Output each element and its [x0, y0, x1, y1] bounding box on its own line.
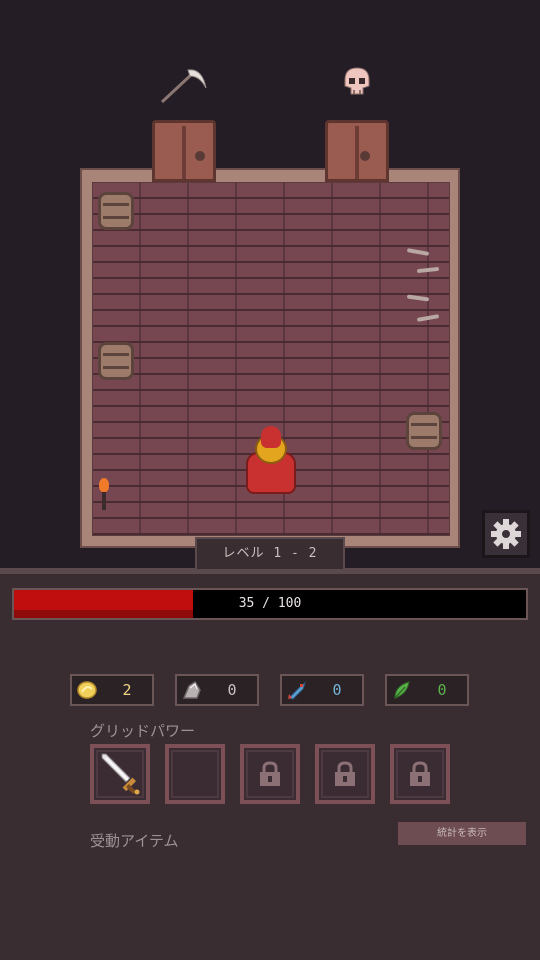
resource-ore: 0: [175, 674, 259, 706]
skull-icon: [344, 67, 370, 95]
barrel[interactable]: [98, 342, 134, 380]
lock-icon: [410, 761, 430, 786]
resource-gold-value: 2: [122, 681, 132, 699]
resource-fish-value: 0: [332, 681, 342, 699]
grid-power-label: グリッドパワー: [90, 722, 196, 740]
resource-herb: 0: [385, 674, 469, 706]
coin-icon: [72, 680, 102, 700]
grid-slot-locked[interactable]: [315, 744, 375, 804]
health-bar: 35 / 100: [12, 588, 528, 620]
resource-herb-value: 0: [437, 681, 447, 699]
resource-ore-value: 0: [227, 681, 237, 699]
door-knob: [360, 151, 370, 161]
leaf-icon: [387, 680, 417, 700]
fish-icon: [282, 680, 312, 700]
lock-icon: [260, 761, 280, 786]
door-knob: [195, 151, 205, 161]
grid-slot-locked[interactable]: [390, 744, 450, 804]
health-text: 35 / 100: [238, 596, 302, 611]
player-character: [242, 426, 300, 496]
gear-icon: [491, 519, 521, 549]
barrel[interactable]: [98, 192, 134, 230]
scythe-icon: [160, 69, 207, 104]
level-indicator: レベル 1 - 2: [195, 537, 345, 569]
show-stats-button[interactable]: 統計を表示: [398, 822, 526, 845]
grid-slot-sword[interactable]: [90, 744, 150, 804]
grid-slot-locked[interactable]: [240, 744, 300, 804]
barrel[interactable]: [406, 412, 442, 450]
resource-fish: 0: [280, 674, 364, 706]
ore-icon: [177, 680, 207, 700]
resource-gold: 2: [70, 674, 154, 706]
door-skull[interactable]: [325, 120, 389, 182]
bones: [405, 244, 443, 334]
door-scythe[interactable]: [152, 120, 216, 182]
sword-icon: [101, 753, 140, 795]
lock-icon: [335, 761, 355, 786]
settings-button[interactable]: [482, 510, 530, 558]
grid-slot-empty[interactable]: [165, 744, 225, 804]
passive-items-label: 受動アイテム: [90, 832, 179, 850]
torch: [98, 478, 110, 512]
